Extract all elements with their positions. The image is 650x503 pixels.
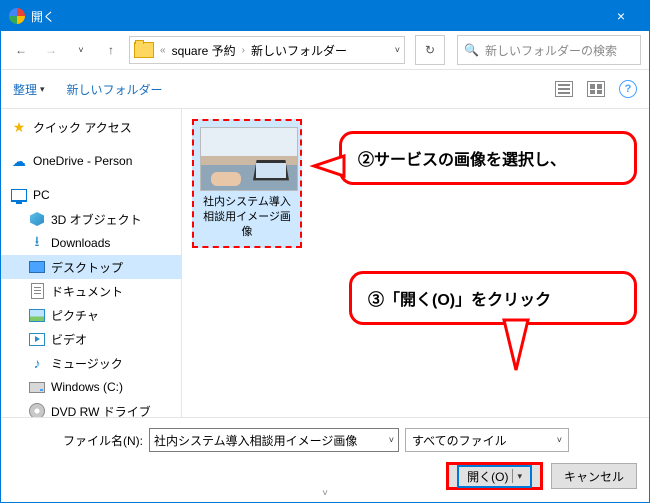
back-button[interactable]: ←: [9, 38, 33, 62]
filetype-select[interactable]: すべてのファイル ˅: [405, 428, 569, 452]
refresh-button[interactable]: ↻: [415, 35, 445, 65]
cancel-button[interactable]: キャンセル: [551, 463, 637, 489]
file-tile-selected[interactable]: 社内システム導入相談用イメージ画像: [192, 119, 302, 248]
disc-icon: [29, 403, 45, 417]
pc-icon: [11, 187, 27, 203]
video-icon: [29, 331, 45, 347]
view-list-button[interactable]: [555, 81, 573, 97]
sidebar-item-downloads[interactable]: ⭳Downloads: [1, 231, 181, 255]
picture-icon: [29, 307, 45, 323]
document-icon: [29, 283, 45, 299]
filename-label: ファイル名(N):: [63, 432, 143, 449]
chevron-right-icon: ›: [242, 45, 245, 56]
button-row: 開く(O) ▾ キャンセル: [13, 462, 637, 490]
nav-row: ← → ˅ ↑ « square 予約 › 新しいフォルダー ˅ ↻ 🔍 新しい…: [1, 31, 649, 70]
filename-row: ファイル名(N): 社内システム導入相談用イメージ画像 ˅ すべてのファイル ˅: [13, 428, 637, 452]
search-placeholder: 新しいフォルダーの検索: [485, 42, 617, 59]
up-button[interactable]: ↑: [99, 38, 123, 62]
drive-icon: [29, 379, 45, 395]
sidebar-item-dvd[interactable]: DVD RW ドライブ: [1, 399, 181, 417]
sidebar-item-music[interactable]: ♪ミュージック: [1, 351, 181, 375]
new-folder-button[interactable]: 新しいフォルダー: [67, 81, 163, 98]
sidebar-pc[interactable]: PC: [1, 183, 181, 207]
file-label: 社内システム導入相談用イメージ画像: [200, 195, 294, 240]
chevron-down-icon[interactable]: ˅: [69, 38, 93, 62]
chevron-down-icon[interactable]: ▾: [517, 471, 522, 482]
address-bar[interactable]: « square 予約 › 新しいフォルダー ˅: [129, 36, 405, 64]
sidebar-item-windows-c[interactable]: Windows (C:): [1, 375, 181, 399]
body: ★クイック アクセス ☁OneDrive - Person PC 3D オブジェ…: [1, 109, 649, 417]
chrome-icon: [9, 8, 25, 24]
sidebar-item-desktop[interactable]: デスクトップ: [1, 255, 181, 279]
callout-step-2: ②サービスの画像を選択し、: [339, 131, 637, 185]
star-icon: ★: [11, 119, 27, 135]
chevron-down-icon[interactable]: ˅: [395, 45, 400, 55]
view-grid-button[interactable]: [587, 81, 605, 97]
file-open-dialog: 開く × ← → ˅ ↑ « square 予約 › 新しいフォルダー ˅ ↻ …: [0, 0, 650, 503]
sidebar-quick-access[interactable]: ★クイック アクセス: [1, 115, 181, 139]
callout-step-3: ③「開く(O)」をクリック: [349, 271, 637, 325]
cube-icon: [29, 211, 45, 227]
sidebar-item-videos[interactable]: ビデオ: [1, 327, 181, 351]
search-icon: 🔍: [464, 43, 479, 57]
sidebar-onedrive[interactable]: ☁OneDrive - Person: [1, 149, 181, 173]
sidebar-item-documents[interactable]: ドキュメント: [1, 279, 181, 303]
filename-input[interactable]: 社内システム導入相談用イメージ画像 ˅: [149, 428, 399, 452]
window-title: 開く: [31, 8, 601, 25]
download-icon: ⭳: [29, 235, 45, 251]
file-thumbnail: [200, 127, 298, 191]
sidebar: ★クイック アクセス ☁OneDrive - Person PC 3D オブジェ…: [1, 109, 182, 417]
titlebar: 開く ×: [1, 1, 649, 31]
help-button[interactable]: ?: [619, 80, 637, 98]
breadcrumb-item[interactable]: 新しいフォルダー: [251, 42, 347, 59]
toolbar-left: 整理▾ 新しいフォルダー: [13, 81, 163, 98]
search-input[interactable]: 🔍 新しいフォルダーの検索: [457, 35, 641, 65]
file-area[interactable]: 社内システム導入相談用イメージ画像 ②サービスの画像を選択し、 ③「開く(O)」…: [182, 109, 649, 417]
organize-button[interactable]: 整理▾: [13, 81, 45, 98]
close-button[interactable]: ×: [601, 8, 641, 24]
cloud-icon: ☁: [11, 153, 27, 169]
forward-button: →: [39, 38, 63, 62]
sidebar-item-3d[interactable]: 3D オブジェクト: [1, 207, 181, 231]
music-icon: ♪: [29, 355, 45, 371]
folder-icon: [134, 42, 154, 58]
toolbar: 整理▾ 新しいフォルダー ?: [1, 70, 649, 109]
chevron-right-icon: «: [160, 45, 166, 56]
open-button[interactable]: 開く(O) ▾: [446, 462, 543, 490]
sidebar-item-pictures[interactable]: ピクチャ: [1, 303, 181, 327]
desktop-icon: [29, 259, 45, 275]
breadcrumb-item[interactable]: square 予約: [172, 42, 236, 59]
chevron-down-icon[interactable]: ˅: [389, 435, 394, 445]
chevron-down-icon: ˅: [557, 435, 562, 445]
toolbar-right: ?: [555, 80, 637, 98]
